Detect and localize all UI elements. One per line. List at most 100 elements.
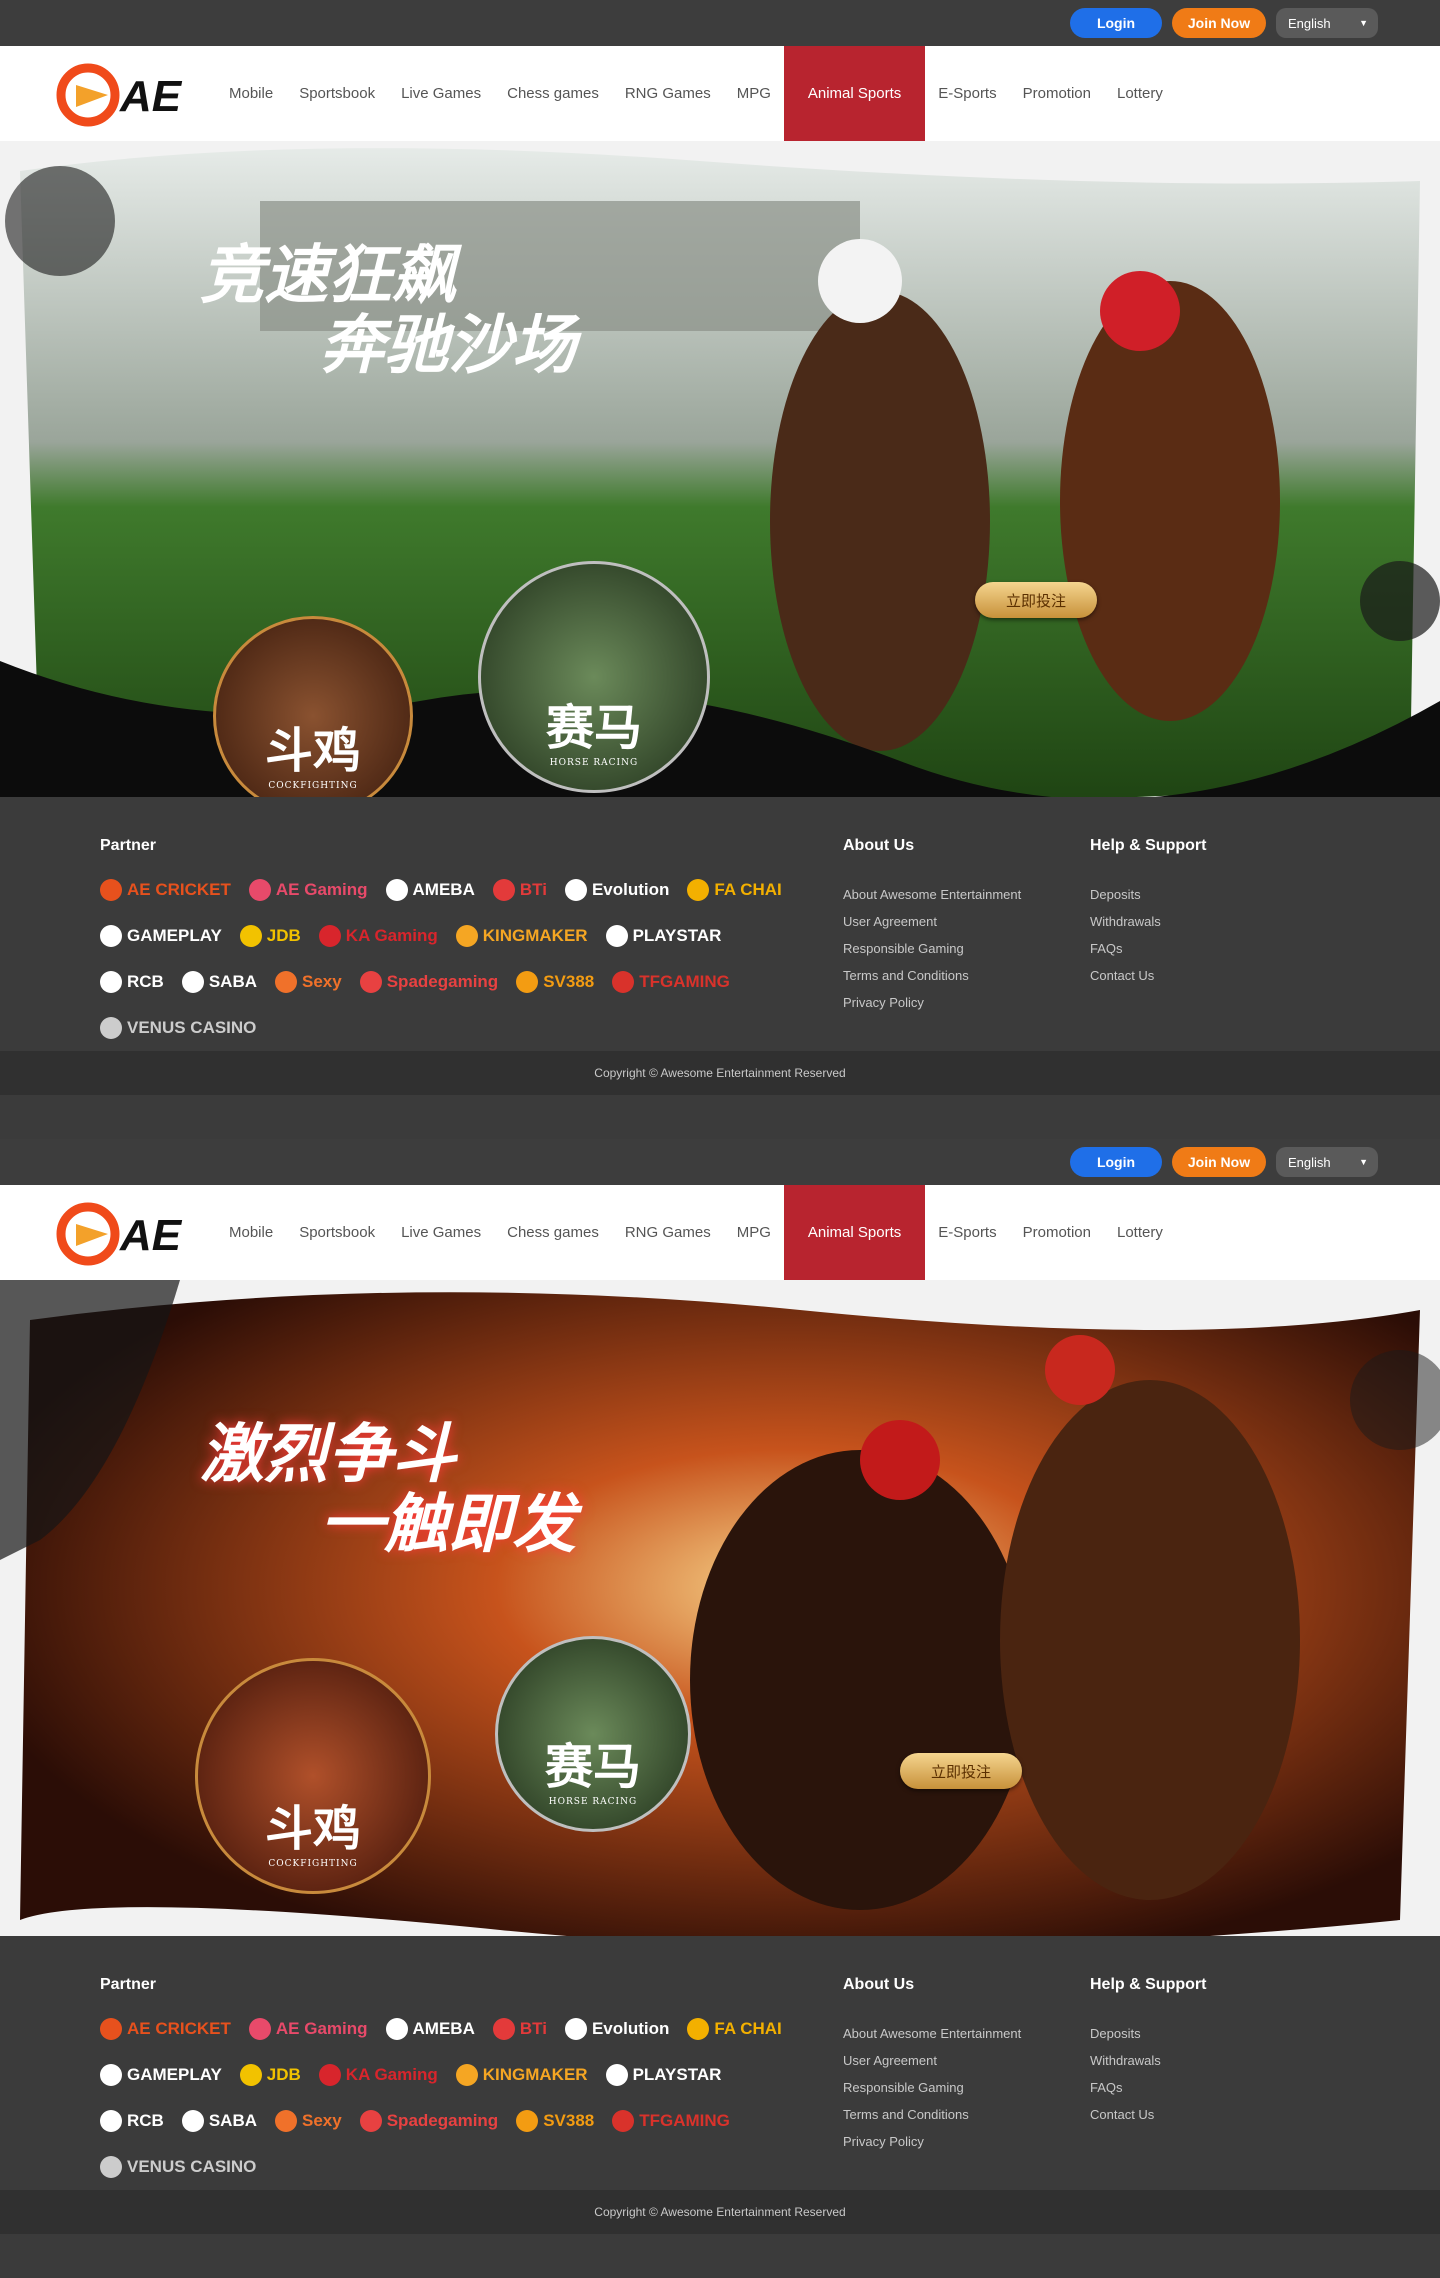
logo-text: AE	[119, 72, 183, 121]
partner-logo[interactable]: Sexy	[275, 2103, 342, 2139]
nav-item-live-games[interactable]: Live Games	[388, 1185, 494, 1280]
nav-item-mobile[interactable]: Mobile	[216, 1185, 286, 1280]
partner-logo[interactable]: Evolution	[564, 2011, 669, 2047]
partner-logo[interactable]: SV388	[516, 2103, 594, 2139]
partner-logo[interactable]: JDB	[239, 918, 301, 954]
help-title: Help & Support	[1090, 1976, 1207, 1993]
about-link[interactable]: About Awesome Entertainment	[843, 2026, 1021, 2041]
about-link[interactable]: Terms and Conditions	[843, 2107, 1021, 2122]
partner-logo[interactable]: AE CRICKET	[100, 2011, 231, 2047]
nav-item-live-games[interactable]: Live Games	[388, 46, 494, 141]
partner-name: PLAYSTAR	[632, 2065, 722, 2084]
nav-item-lottery[interactable]: Lottery	[1104, 1185, 1176, 1280]
partner-name: BTi	[519, 880, 547, 899]
partner-name: FA CHAI	[714, 880, 782, 899]
partner-logo[interactable]: TFGAMING	[612, 2103, 730, 2139]
nav-item-mpg[interactable]: MPG	[724, 46, 784, 141]
partner-name: Evolution	[591, 880, 670, 899]
partner-logo[interactable]: VENUS CASINO	[100, 2149, 256, 2185]
partner-logo[interactable]: TFGAMING	[612, 964, 730, 1000]
about-link[interactable]: Privacy Policy	[843, 2134, 1021, 2149]
nav-item-rng-games[interactable]: RNG Games	[612, 1185, 724, 1280]
nav-item-animal-sports[interactable]: Animal Sports	[783, 46, 926, 141]
partner-icon	[359, 2110, 382, 2132]
nav-item-chess-games[interactable]: Chess games	[494, 46, 612, 141]
login-button[interactable]: Login	[1070, 1147, 1162, 1177]
help-link[interactable]: Contact Us	[1090, 968, 1161, 983]
partner-logo[interactable]: SABA	[181, 964, 257, 1000]
page-screen: Login Join Now English ▼ AE Mobile Sportsb…	[0, 1139, 1440, 2278]
nav-item-sportsbook[interactable]: Sportsbook	[286, 46, 388, 141]
bet-now-button[interactable]: 立即投注	[900, 1753, 1022, 1789]
help-link[interactable]: Deposits	[1090, 2026, 1161, 2041]
about-link[interactable]: Responsible Gaming	[843, 2080, 1021, 2095]
nav-item-rng-games[interactable]: RNG Games	[612, 46, 724, 141]
partner-logo[interactable]: VENUS CASINO	[100, 1010, 256, 1046]
login-button[interactable]: Login	[1070, 8, 1162, 38]
about-link[interactable]: Terms and Conditions	[843, 968, 1021, 983]
partner-logo[interactable]: AE Gaming	[248, 2011, 368, 2047]
about-link[interactable]: Responsible Gaming	[843, 941, 1021, 956]
about-link[interactable]: Privacy Policy	[843, 995, 1021, 1010]
partner-logo[interactable]: JDB	[239, 2057, 301, 2093]
join-now-button[interactable]: Join Now	[1172, 1147, 1266, 1177]
help-link[interactable]: FAQs	[1090, 2080, 1161, 2095]
partner-logo[interactable]: KA Gaming	[318, 2057, 438, 2093]
partner-logo[interactable]: RCB	[100, 2103, 164, 2139]
partner-logo[interactable]: BTi	[492, 872, 547, 908]
partner-logo[interactable]: Spadegaming	[359, 964, 498, 1000]
help-link[interactable]: Deposits	[1090, 887, 1161, 902]
partner-logo[interactable]: FA CHAI	[687, 872, 782, 908]
nav-item-mpg[interactable]: MPG	[724, 1185, 784, 1280]
nav-item-chess-games[interactable]: Chess games	[494, 1185, 612, 1280]
partner-logo[interactable]: FA CHAI	[687, 2011, 782, 2047]
bet-now-button[interactable]: 立即投注	[975, 582, 1097, 618]
partner-logo[interactable]: KINGMAKER	[455, 2057, 588, 2093]
language-select[interactable]: English ▼	[1276, 1147, 1378, 1177]
partner-logo[interactable]: RCB	[100, 964, 164, 1000]
partner-logo[interactable]: GAMEPLAY	[100, 2057, 222, 2093]
horse-racing-badge[interactable]: 赛马 HORSE RACING	[478, 561, 710, 793]
help-link[interactable]: Withdrawals	[1090, 2053, 1161, 2068]
partner-logo[interactable]: KA Gaming	[318, 918, 438, 954]
banner-slogan: 激烈争斗 一触即发	[200, 1419, 576, 1561]
partner-logo[interactable]: PLAYSTAR	[605, 918, 721, 954]
ae-logo[interactable]: AE	[0, 46, 200, 141]
nav-item-e-sports[interactable]: E-Sports	[925, 46, 1009, 141]
nav-item-mobile[interactable]: Mobile	[216, 46, 286, 141]
help-link[interactable]: Contact Us	[1090, 2107, 1161, 2122]
partner-name: RCB	[127, 2111, 164, 2130]
about-link[interactable]: About Awesome Entertainment	[843, 887, 1021, 902]
partner-logo[interactable]: AE Gaming	[248, 872, 368, 908]
partner-logo[interactable]: Sexy	[275, 964, 342, 1000]
horse-racing-badge[interactable]: 赛马 HORSE RACING	[495, 1636, 691, 1832]
partner-logo[interactable]: Spadegaming	[359, 2103, 498, 2139]
partner-logo[interactable]: Evolution	[564, 872, 670, 908]
partner-logo[interactable]: BTi	[492, 2011, 547, 2047]
about-link[interactable]: User Agreement	[843, 2053, 1021, 2068]
language-select[interactable]: English ▼	[1276, 8, 1378, 38]
partner-logo[interactable]: AMEBA	[385, 2011, 475, 2047]
nav-item-e-sports[interactable]: E-Sports	[925, 1185, 1009, 1280]
partner-name: SV388	[543, 2111, 595, 2130]
join-now-button[interactable]: Join Now	[1172, 8, 1266, 38]
help-links: Deposits Withdrawals FAQs Contact Us	[1090, 2026, 1161, 2122]
partner-logo[interactable]: SABA	[181, 2103, 257, 2139]
about-link[interactable]: User Agreement	[843, 914, 1021, 929]
partner-logo[interactable]: AMEBA	[385, 872, 475, 908]
partner-logo[interactable]: PLAYSTAR	[605, 2057, 722, 2093]
nav-item-lottery[interactable]: Lottery	[1104, 46, 1176, 141]
nav-item-promotion[interactable]: Promotion	[1010, 46, 1104, 141]
about-title: About Us	[843, 1976, 915, 1993]
help-link[interactable]: Withdrawals	[1090, 914, 1161, 929]
nav-item-animal-sports[interactable]: Animal Sports	[783, 1185, 926, 1280]
partner-logo[interactable]: KINGMAKER	[455, 918, 588, 954]
help-link[interactable]: FAQs	[1090, 941, 1161, 956]
ae-logo[interactable]: AE	[0, 1185, 200, 1280]
partner-logo[interactable]: AE CRICKET	[100, 872, 231, 908]
nav-item-promotion[interactable]: Promotion	[1010, 1185, 1104, 1280]
partner-logo[interactable]: SV388	[516, 964, 594, 1000]
nav-item-sportsbook[interactable]: Sportsbook	[286, 1185, 388, 1280]
cockfighting-badge[interactable]: 斗鸡 COCKFIGHTING	[195, 1658, 431, 1894]
partner-logo[interactable]: GAMEPLAY	[100, 918, 222, 954]
